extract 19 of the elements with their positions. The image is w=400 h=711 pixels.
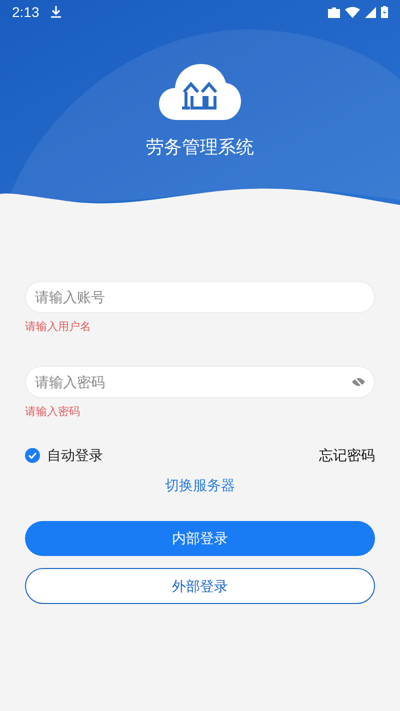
password-field[interactable]: 请输入密码 [25, 366, 375, 398]
check-icon [28, 452, 37, 459]
signal-icon [365, 6, 376, 18]
eye-off-icon[interactable] [352, 377, 365, 387]
app-title: 劳务管理系统 [146, 136, 254, 159]
username-field[interactable]: 请输入账号 [25, 281, 375, 313]
wifi-icon [345, 6, 360, 18]
login-button[interactable]: 内部登录 [25, 521, 375, 556]
login-button[interactable]: 外部登录 [25, 568, 375, 604]
error-message: 请输入用户名 [25, 320, 92, 335]
download-icon [51, 6, 62, 18]
forgot-password-link[interactable]: 忘记密码 [319, 445, 375, 466]
error-message: 请输入密码 [25, 404, 81, 420]
cloud-logo-icon [159, 64, 241, 120]
status-time: 2:13 [12, 2, 40, 22]
battery-icon [381, 6, 388, 18]
checkbox[interactable] [25, 448, 40, 463]
auto-login-label: 自动登录 [47, 446, 103, 465]
switch-server-link[interactable]: 切换服务器 [165, 475, 235, 496]
